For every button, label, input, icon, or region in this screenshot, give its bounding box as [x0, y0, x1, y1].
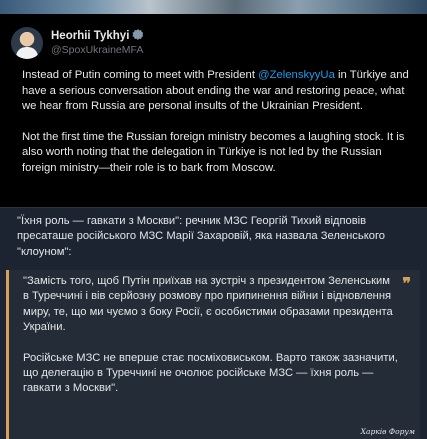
watermark: Харків Форум [360, 427, 415, 436]
top-photo-strip [0, 0, 427, 14]
avatar-figure [16, 47, 38, 59]
quote-text: "Замість того, щоб Путін приїхав на зуст… [23, 274, 403, 397]
article-lead: "Їхня роль — гавкати з Москви": речник М… [17, 215, 386, 258]
author-name-row[interactable]: Heorhii Tykhyi [51, 29, 144, 42]
page: Heorhii Tykhyi @SpoxUkraineMFA Instead o… [0, 0, 427, 439]
avatar[interactable] [11, 27, 43, 59]
author-handle[interactable]: @SpoxUkraineMFA [51, 44, 143, 56]
verified-badge-icon [132, 29, 144, 40]
author-name[interactable]: Heorhii Tykhyi [51, 30, 129, 42]
embedded-tweet: Heorhii Tykhyi @SpoxUkraineMFA Instead o… [0, 14, 427, 208]
quote-paragraph-2: Російське МЗС не вперше стає посміховись… [23, 351, 398, 395]
quote-mark-icon: ❞ [402, 274, 411, 293]
tweet-text-part: Instead of Putin coming to meet with Pre… [22, 69, 259, 81]
tweet-paragraph-2: Not the first time the Russian foreign m… [22, 130, 405, 174]
mention-link[interactable]: @ZelenskyyUa [258, 69, 335, 81]
quote-line-1: "Замість того, щоб Путін приїхав на зуст… [23, 275, 390, 287]
quote-line-2: в Туреччині і вів серйозну розмову про п… [23, 290, 393, 334]
tweet-paragraph-1: Instead of Putin coming to meet with Pre… [22, 68, 414, 115]
quote-paragraph-1: "Замість того, щоб Путін приїхав на зуст… [23, 274, 403, 336]
quote-block: ❞ "Замість того, щоб Путін приїхав на зу… [6, 270, 420, 439]
tweet-text: Instead of Putin coming to meet with Pre… [22, 68, 414, 177]
